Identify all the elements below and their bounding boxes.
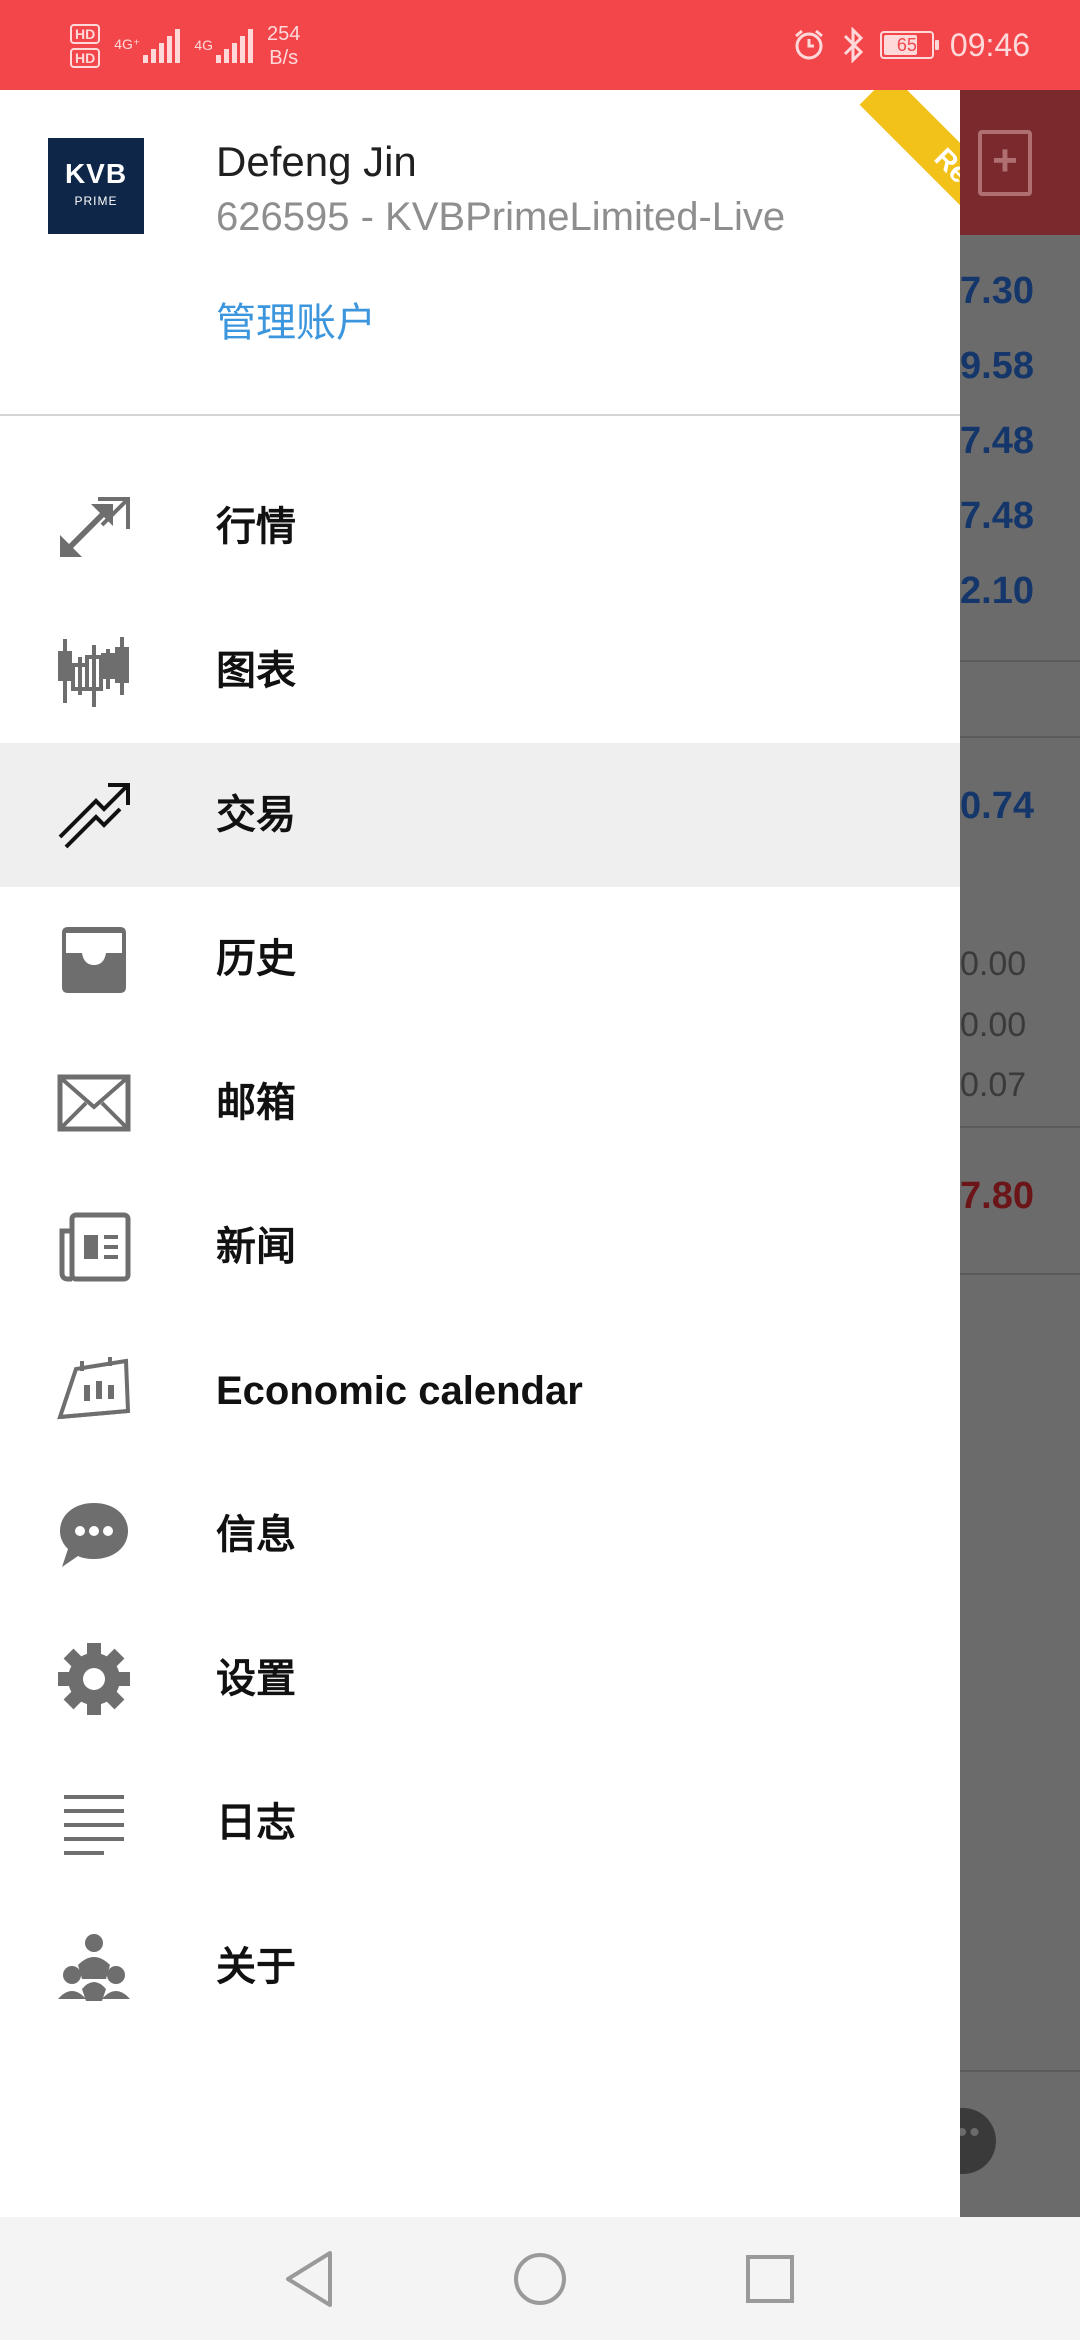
header-divider	[0, 414, 960, 416]
account-type-ribbon: Real	[820, 90, 960, 290]
network-speed: 254 B/s	[267, 22, 300, 70]
hd-icon: HD	[70, 24, 101, 44]
menu-item-trade[interactable]: 交易	[0, 743, 960, 887]
menu-item-journal[interactable]: 日志	[0, 1751, 960, 1895]
background-profit-value: 7.80	[960, 1175, 1034, 1217]
menu-item-history[interactable]: 历史	[0, 887, 960, 1031]
economic-calendar-icon	[57, 1357, 131, 1420]
broker-logo: KVB PRIME	[48, 138, 144, 234]
menu-item-label: 历史	[216, 937, 296, 981]
menu-item-mailbox[interactable]: 邮箱	[0, 1031, 960, 1175]
network-speed-unit: B/s	[269, 47, 299, 69]
menu-item-settings[interactable]: 设置	[0, 1607, 960, 1751]
battery-level: 65	[896, 35, 917, 55]
home-icon[interactable]	[480, 2217, 600, 2340]
menu-item-label: 新闻	[216, 1225, 296, 1269]
menu-item-label: 图表	[216, 649, 296, 693]
menu-item-label: 设置	[216, 1657, 296, 1701]
menu-item-charts[interactable]: 图表	[0, 599, 960, 743]
logo-subtext: PRIME	[74, 194, 118, 208]
network-type-label: 4G	[194, 37, 213, 53]
clock: 09:46	[949, 26, 1030, 63]
menu-item-label: 邮箱	[216, 1081, 296, 1125]
battery-icon: 65	[879, 31, 939, 59]
signal-strength-icon: 4G	[194, 29, 253, 63]
chat-bubble-icon	[60, 1503, 128, 1567]
account-holder-name: Defeng Jin	[216, 138, 417, 185]
alarm-icon	[794, 29, 823, 60]
quotes-arrows-icon	[60, 497, 130, 557]
journal-lines-icon	[64, 1795, 124, 1855]
newspaper-icon	[59, 1212, 131, 1282]
background-quote-value: 9.58	[960, 345, 1034, 387]
background-quote-value: 2.10	[960, 570, 1034, 612]
mail-envelope-icon	[57, 1074, 131, 1132]
background-divider	[960, 736, 1080, 738]
background-divider	[960, 1126, 1080, 1128]
real-badge: Real	[859, 90, 960, 275]
background-quote-value: 7.48	[960, 495, 1034, 537]
hd-icon: HD	[70, 48, 101, 68]
network-type-label: 4G⁺	[114, 36, 141, 52]
hd-indicator: HD HD	[70, 24, 101, 68]
background-divider	[960, 1273, 1080, 1275]
candlestick-chart-icon	[58, 637, 129, 707]
background-divider	[960, 660, 1080, 662]
menu-item-economic-calendar[interactable]: Economic calendar	[0, 1319, 960, 1463]
menu-item-label: 交易	[216, 793, 296, 837]
background-quote-value: 7.30	[960, 270, 1034, 312]
add-document-icon	[978, 130, 1032, 196]
drawer-menu: 行情 图表 交易 历史 邮箱 新闻 Economic calendar 信息 设…	[0, 455, 960, 2039]
bluetooth-icon	[843, 27, 864, 63]
trade-trend-icon	[58, 783, 130, 849]
menu-item-news[interactable]: 新闻	[0, 1175, 960, 1319]
menu-item-label: 行情	[216, 505, 296, 549]
background-divider	[960, 2070, 1080, 2072]
background-small-value: 0.00	[960, 945, 1027, 983]
back-icon[interactable]	[250, 2217, 370, 2340]
inbox-tray-icon	[62, 927, 126, 993]
menu-item-label: 关于	[216, 1945, 296, 1989]
navigation-drawer: Real KVB PRIME Defeng Jin 626595 - KVBPr…	[0, 90, 960, 2217]
network-speed-value: 254	[267, 23, 301, 45]
menu-item-messages[interactable]: 信息	[0, 1463, 960, 1607]
signal-strength-icon: 4G⁺	[114, 29, 181, 63]
system-navigation-bar	[0, 2217, 1080, 2340]
background-quote-value: 7.48	[960, 420, 1034, 462]
background-balance-value: 0.74	[960, 785, 1034, 827]
logo-text: KVB	[64, 158, 128, 189]
manage-accounts-link[interactable]: 管理账户	[216, 290, 376, 348]
menu-item-about[interactable]: 关于	[0, 1895, 960, 2039]
background-small-value: 0.00	[960, 1006, 1027, 1044]
gear-icon	[58, 1643, 130, 1715]
menu-item-quotes[interactable]: 行情	[0, 455, 960, 599]
menu-item-label: 信息	[216, 1513, 296, 1557]
about-logo-icon	[58, 1934, 130, 2001]
recent-apps-icon[interactable]	[710, 2217, 830, 2340]
account-number-server: 626595 - KVBPrimeLimited-Live	[216, 195, 786, 239]
status-bar: HD HD 4G⁺ 4G 254 B/s 65 09:46	[0, 0, 1080, 90]
background-toolbar	[960, 90, 1080, 235]
menu-item-label: 日志	[216, 1801, 296, 1845]
menu-item-label: Economic calendar	[216, 1369, 583, 1413]
background-small-value: 0.07	[960, 1066, 1027, 1104]
